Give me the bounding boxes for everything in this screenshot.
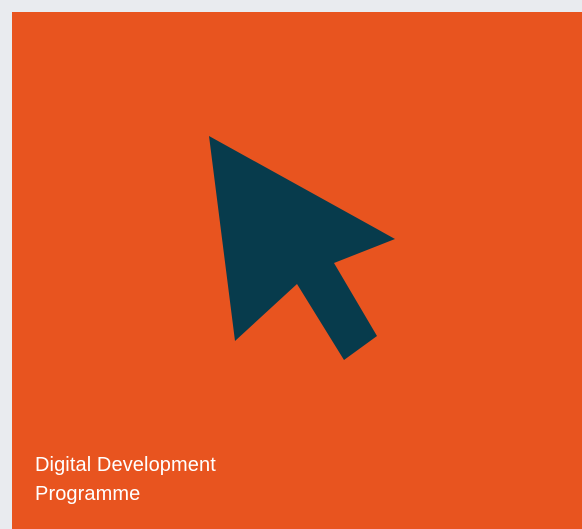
tile-title: Digital Development Programme xyxy=(35,451,395,509)
tile-title-line-1: Digital Development xyxy=(35,454,216,476)
tile-title-line-2: Programme xyxy=(35,483,141,505)
cursor-arrow-icon xyxy=(209,136,395,360)
cursor-arrow-shape xyxy=(209,136,395,360)
programme-tile[interactable]: Digital Development Programme xyxy=(12,12,582,529)
